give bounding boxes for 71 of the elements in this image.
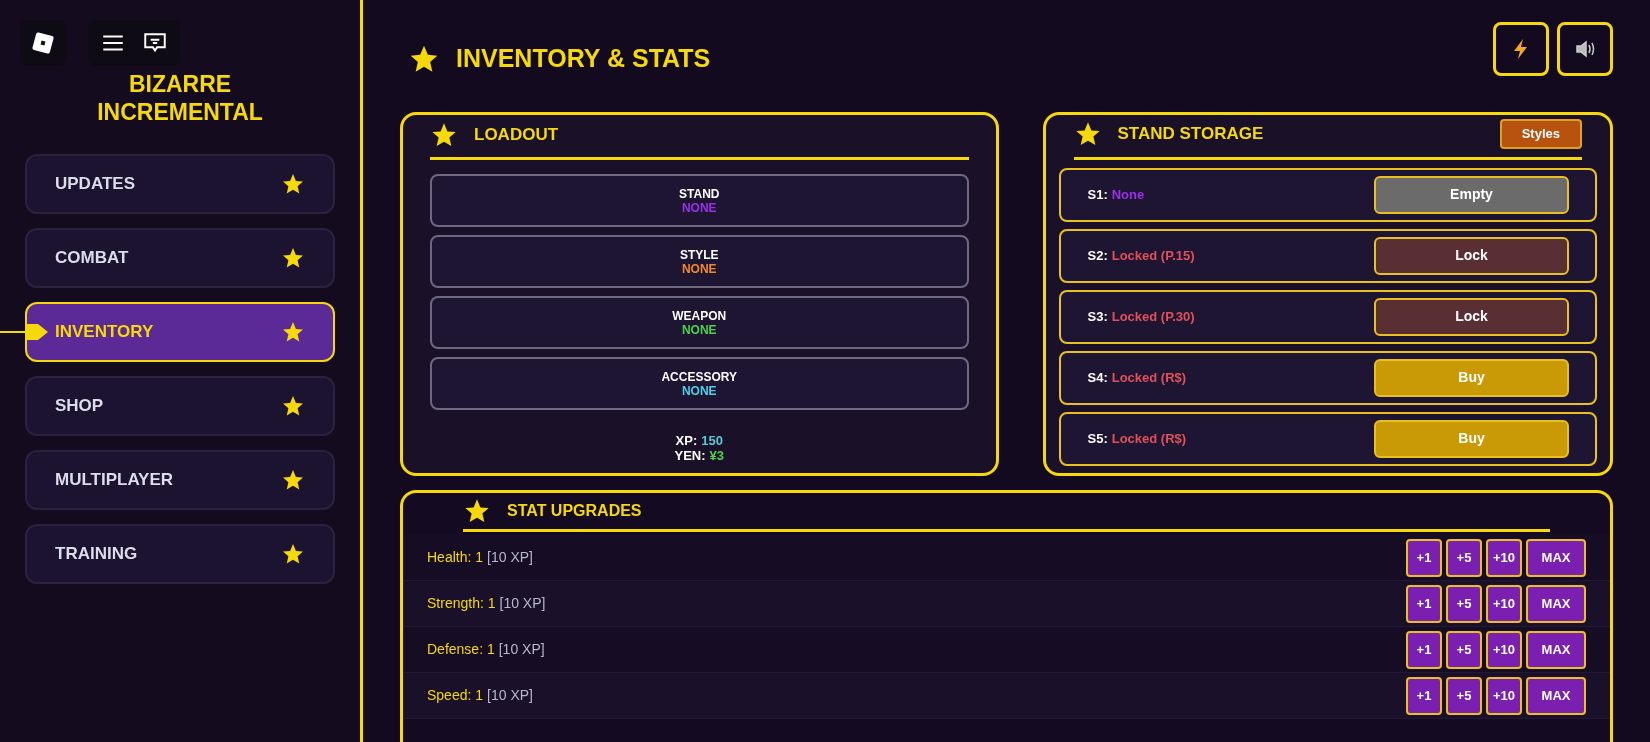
loadout-slot[interactable]: STAND NONE — [430, 174, 969, 227]
sidebar-item[interactable]: SHOP — [25, 376, 335, 436]
slot-value: NONE — [681, 200, 717, 215]
stat-label: YEN: — [674, 448, 706, 463]
slot-action-button[interactable]: Empty — [1374, 175, 1569, 214]
panel-title: LOADOUT — [474, 124, 559, 147]
sidebar-item[interactable]: INVENTORY — [25, 302, 335, 362]
stat-name: Strength: 1 — [427, 594, 496, 613]
stat-cost: [10 XP] — [498, 640, 545, 659]
stat-cost: [10 XP] — [499, 594, 546, 613]
upgrade-button[interactable]: +10 — [1486, 630, 1522, 669]
slot-status: Locked (R$) — [1111, 429, 1187, 448]
game-title: BIZARRE — [128, 70, 232, 98]
upgrade-button[interactable]: +5 — [1446, 584, 1482, 623]
stat-name: Health: 1 — [427, 548, 484, 567]
slot-value: NONE — [681, 383, 717, 398]
page-title: INVENTORY & STATS — [456, 43, 711, 75]
upgrade-button[interactable]: +1 — [1406, 676, 1442, 715]
sidebar-item[interactable]: TRAINING — [25, 524, 335, 584]
upgrade-button[interactable]: +10 — [1486, 538, 1522, 577]
star-icon — [281, 246, 305, 270]
star-icon — [281, 542, 305, 566]
loadout-slot[interactable]: ACCESSORY NONE — [430, 357, 969, 410]
stat-label: XP: — [675, 433, 698, 448]
logo-button[interactable] — [20, 20, 66, 66]
slot-label: S3: — [1087, 307, 1108, 326]
upgrade-button[interactable]: MAX — [1526, 538, 1586, 577]
slot-label: S2: — [1087, 246, 1108, 265]
star-icon — [281, 320, 305, 344]
slot-action-button[interactable]: Lock — [1374, 297, 1569, 336]
stat-value: ¥3 — [709, 448, 724, 463]
upgrade-button[interactable]: MAX — [1526, 584, 1586, 623]
sidebar-item[interactable]: COMBAT — [25, 228, 335, 288]
upgrade-button[interactable]: +10 — [1486, 676, 1522, 715]
upgrade-button[interactable]: MAX — [1526, 676, 1586, 715]
sidebar-item[interactable]: UPDATES — [25, 154, 335, 214]
loadout-slot[interactable]: STYLE NONE — [430, 235, 969, 288]
upgrade-button[interactable]: +1 — [1406, 584, 1442, 623]
stat-name: Defense: 1 — [427, 640, 495, 659]
upgrade-button[interactable]: +10 — [1486, 584, 1522, 623]
slot-status: Locked (P.15) — [1111, 246, 1195, 265]
loadout-slot[interactable]: WEAPON NONE — [430, 296, 969, 349]
upgrade-button[interactable]: +5 — [1446, 676, 1482, 715]
slot-status: None — [1111, 185, 1145, 204]
panel-title: STAND STORAGE — [1117, 123, 1264, 145]
panel-title: STAT UPGRADES — [507, 501, 642, 521]
star-icon — [281, 172, 305, 196]
upgrade-button[interactable]: +1 — [1406, 630, 1442, 669]
slot-label: S1: — [1087, 185, 1108, 204]
stat-name: Speed: 1 — [427, 686, 484, 705]
upgrade-button[interactable]: +5 — [1446, 538, 1482, 577]
stat-cost: [10 XP] — [487, 548, 533, 567]
upgrade-button[interactable]: +1 — [1406, 538, 1442, 577]
star-icon — [281, 394, 305, 418]
slot-value: NONE — [681, 261, 717, 276]
slot-action-button[interactable]: Lock — [1374, 236, 1569, 275]
stat-cost: [10 XP] — [487, 686, 533, 705]
slot-status: Locked (P.30) — [1111, 307, 1195, 326]
lightning-button[interactable] — [1493, 22, 1549, 76]
slot-status: Locked (R$) — [1111, 368, 1187, 387]
slot-value: NONE — [681, 322, 717, 337]
upgrade-button[interactable]: MAX — [1526, 630, 1586, 669]
slot-label: S5: — [1087, 429, 1108, 448]
sidebar-item[interactable]: MULTIPLAYER — [25, 450, 335, 510]
upgrade-button[interactable]: +5 — [1446, 630, 1482, 669]
slot-label: S4: — [1087, 368, 1108, 387]
game-title: INCREMENTAL — [97, 98, 263, 126]
star-icon — [281, 468, 305, 492]
stat-value: 150 — [701, 433, 723, 448]
sound-button[interactable] — [1557, 22, 1613, 76]
styles-button[interactable]: Styles — [1499, 119, 1582, 149]
